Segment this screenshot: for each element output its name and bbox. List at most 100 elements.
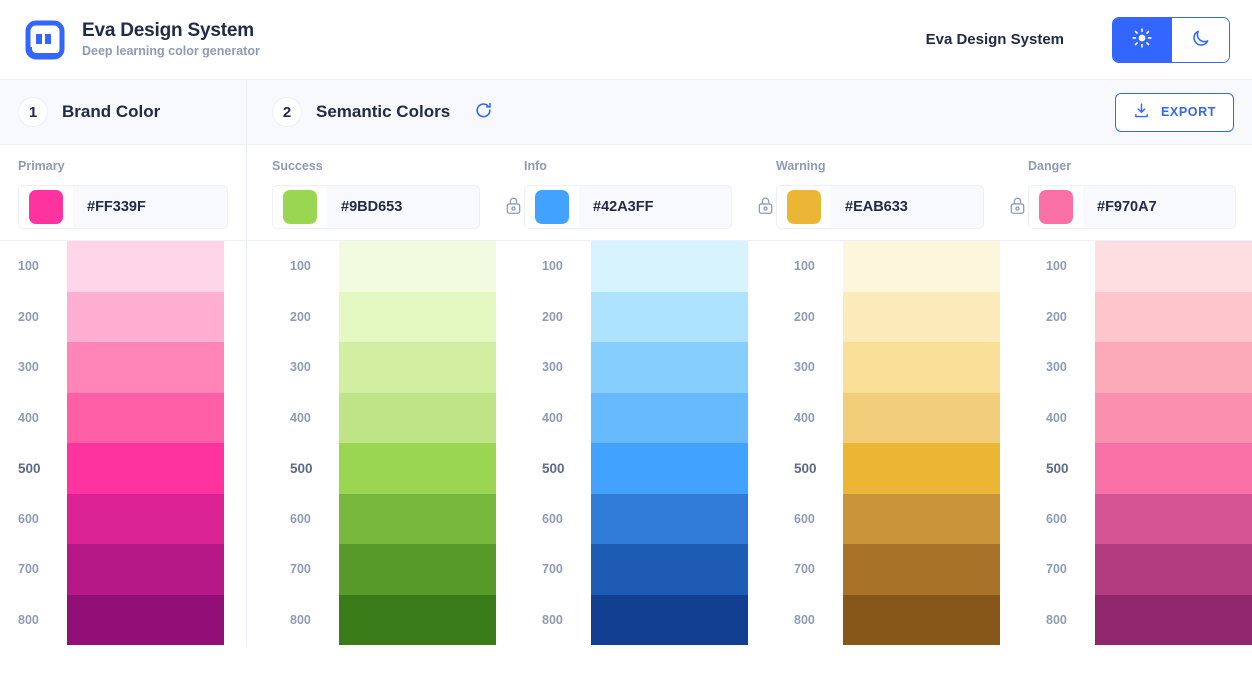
shade-swatch-800[interactable]: [591, 594, 748, 645]
export-button[interactable]: EXPORT: [1115, 92, 1234, 132]
shade-swatch-400[interactable]: [339, 392, 496, 443]
refresh-button[interactable]: [470, 99, 496, 125]
info-input-group: Info: [524, 145, 776, 240]
dark-theme-button[interactable]: [1171, 17, 1229, 62]
shade-label-500: 500: [794, 460, 817, 476]
primary-hex-input[interactable]: [73, 199, 227, 215]
shade-swatch-400[interactable]: [1095, 392, 1252, 443]
shade-label-200: 200: [290, 309, 311, 324]
shade-swatch-500[interactable]: [1095, 443, 1252, 494]
danger-swatch-button[interactable]: [1029, 186, 1083, 228]
shade-label-600: 600: [794, 511, 815, 526]
warning-palette: 100 200 300 400 500 600 700 800: [776, 241, 1028, 645]
shade-swatch-200[interactable]: [1095, 291, 1252, 342]
shade-swatch-500[interactable]: [339, 443, 496, 494]
shade-swatch-300[interactable]: [67, 342, 224, 393]
shade-swatch-300[interactable]: [843, 342, 1000, 393]
shade-swatch-column: [843, 241, 1000, 645]
success-palette: 100 200 300 400 500 600 700 800: [272, 241, 524, 645]
shade-label-700: 700: [794, 562, 815, 577]
shade-swatch-400[interactable]: [843, 392, 1000, 443]
shade-label-column: 100 200 300 400 500 600 700 800: [542, 241, 591, 645]
warning-hex-input[interactable]: [831, 199, 984, 215]
theme-toggle[interactable]: [1112, 16, 1230, 63]
warning-color-field[interactable]: [776, 185, 985, 229]
info-color-field[interactable]: [524, 185, 733, 229]
warning-lock-button[interactable]: [1006, 195, 1028, 219]
primary-swatch-button[interactable]: [19, 186, 73, 228]
warning-swatch-button[interactable]: [777, 186, 831, 228]
shade-swatch-800[interactable]: [1095, 594, 1252, 645]
shade-swatch-100[interactable]: [843, 241, 1000, 292]
step-badge-1: 1: [18, 97, 48, 127]
shade-label-300: 300: [1046, 360, 1067, 375]
shade-label-400: 400: [1046, 410, 1067, 425]
shade-label-500: 500: [1046, 460, 1069, 476]
shade-label-200: 200: [794, 309, 815, 324]
shade-swatch-100[interactable]: [1095, 241, 1252, 292]
shade-swatch-700[interactable]: [339, 544, 496, 595]
success-hex-input[interactable]: [327, 199, 480, 215]
semantic-color-input-cells: Success Info: [247, 145, 1252, 240]
primary-color-field[interactable]: [18, 185, 228, 229]
success-color-field[interactable]: [272, 185, 481, 229]
shade-swatch-600[interactable]: [1095, 493, 1252, 544]
shade-swatch-600[interactable]: [843, 493, 1000, 544]
shade-swatch-500[interactable]: [591, 443, 748, 494]
brand-color-section-header: 1 Brand Color: [0, 80, 247, 144]
shade-swatch-800[interactable]: [843, 594, 1000, 645]
shade-swatch-600[interactable]: [591, 493, 748, 544]
shade-swatch-400[interactable]: [67, 392, 224, 443]
shade-swatch-600[interactable]: [67, 493, 224, 544]
primary-palette-column: 100 200 300 400 500 600 700 800: [0, 241, 247, 645]
info-label: Info: [524, 159, 547, 173]
info-lock-button[interactable]: [754, 195, 776, 219]
light-theme-button[interactable]: [1113, 17, 1171, 62]
shade-label-300: 300: [290, 360, 311, 375]
shade-swatch-700[interactable]: [591, 544, 748, 595]
shade-swatch-800[interactable]: [339, 594, 496, 645]
shade-swatch-100[interactable]: [67, 241, 224, 292]
shade-swatch-100[interactable]: [591, 241, 748, 292]
success-swatch-button[interactable]: [273, 186, 327, 228]
shade-swatch-300[interactable]: [339, 342, 496, 393]
shade-swatch-700[interactable]: [1095, 544, 1252, 595]
shade-swatch-200[interactable]: [591, 291, 748, 342]
shade-swatch-500[interactable]: [67, 443, 224, 494]
shade-swatch-700[interactable]: [67, 544, 224, 595]
export-label: EXPORT: [1161, 105, 1216, 119]
primary-color-input-cell: Primary: [0, 145, 247, 240]
success-lock-button[interactable]: [502, 195, 524, 219]
shade-swatch-400[interactable]: [591, 392, 748, 443]
shade-swatch-800[interactable]: [67, 594, 224, 645]
danger-label: Danger: [1028, 159, 1072, 173]
shade-label-column: 100 200 300 400 500 600 700 800: [794, 241, 843, 645]
shade-swatch-300[interactable]: [591, 342, 748, 393]
download-icon: [1133, 102, 1150, 122]
danger-color-field[interactable]: [1028, 185, 1237, 229]
shade-swatch-column: [339, 241, 496, 645]
shade-swatch-200[interactable]: [339, 291, 496, 342]
shade-label-800: 800: [18, 612, 39, 627]
warning-label: Warning: [776, 159, 826, 173]
shade-label-600: 600: [1046, 511, 1067, 526]
danger-input-group: Danger: [1028, 145, 1252, 240]
unlock-icon: [757, 196, 774, 218]
shade-label-column: 100 200 300 400 500 600 700 800: [290, 241, 339, 645]
shade-swatch-500[interactable]: [843, 443, 1000, 494]
shade-swatch-700[interactable]: [843, 544, 1000, 595]
shade-swatch-300[interactable]: [1095, 342, 1252, 393]
shade-swatch-200[interactable]: [843, 291, 1000, 342]
info-hex-input[interactable]: [579, 199, 732, 215]
info-swatch-button[interactable]: [525, 186, 579, 228]
danger-swatch: [1039, 190, 1073, 224]
shade-label-700: 700: [542, 562, 563, 577]
shade-swatch-200[interactable]: [67, 291, 224, 342]
section-header-band: 1 Brand Color 2 Semantic Colors EXPORT: [0, 80, 1252, 145]
danger-hex-input[interactable]: [1083, 199, 1236, 215]
success-swatch: [283, 190, 317, 224]
color-palettes-row: 100 200 300 400 500 600 700 800 100 200 300 400 500…: [0, 241, 1252, 645]
shade-swatch-600[interactable]: [339, 493, 496, 544]
shade-swatch-100[interactable]: [339, 241, 496, 292]
success-input-group: Success: [272, 145, 524, 240]
